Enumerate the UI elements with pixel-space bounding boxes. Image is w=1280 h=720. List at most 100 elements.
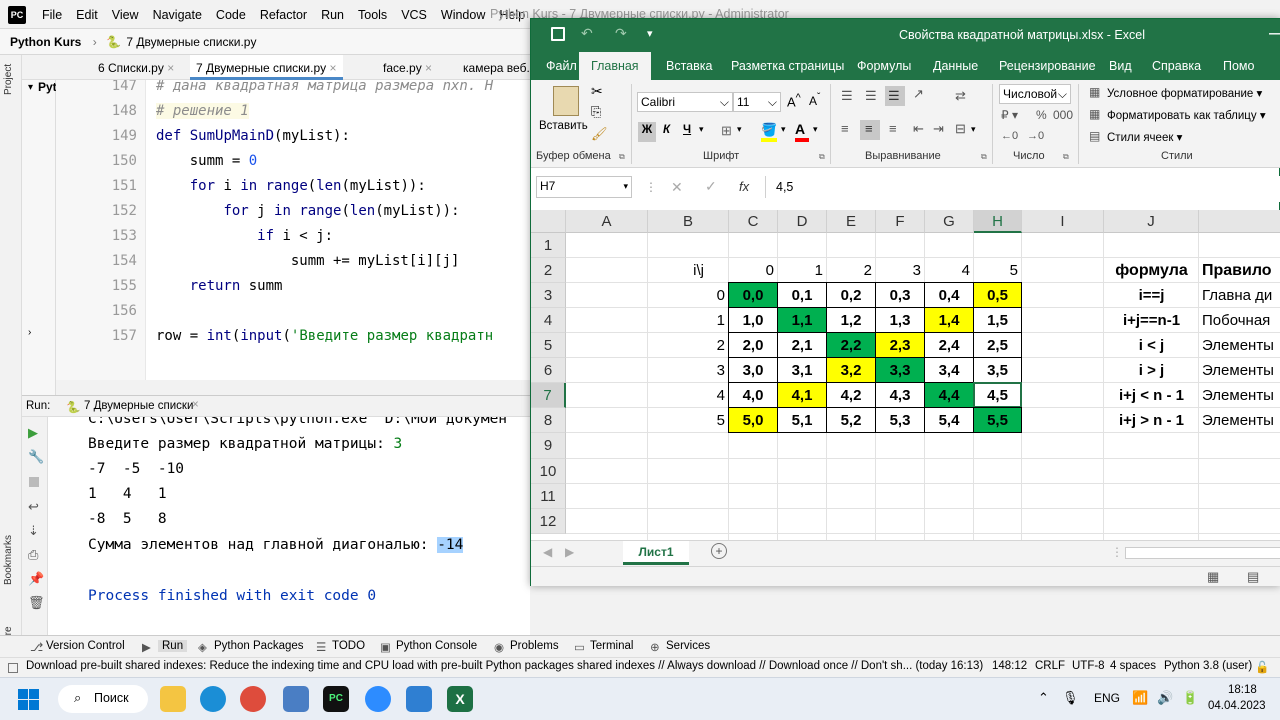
column-header-E[interactable]: E xyxy=(827,210,876,233)
percent-icon[interactable]: % xyxy=(1036,108,1047,122)
scroll-end-icon[interactable]: ⇣ xyxy=(28,523,39,539)
column-header-C[interactable]: C xyxy=(729,210,778,233)
matrix-cell[interactable]: 4,0 xyxy=(728,382,778,408)
row-header-11[interactable]: 11 xyxy=(531,484,566,509)
matrix-cell[interactable]: 3,3 xyxy=(875,357,925,383)
align-middle-icon[interactable]: ☰ xyxy=(865,88,877,104)
notepad-icon[interactable] xyxy=(283,686,309,712)
row-header-2[interactable]: 2 xyxy=(531,258,566,283)
stop-icon[interactable] xyxy=(29,477,39,487)
formula-cell[interactable]: i < j xyxy=(1104,333,1199,358)
font-size-select[interactable]: 11 ⌵ xyxy=(733,92,781,112)
zoom-icon[interactable] xyxy=(365,686,391,712)
trash-icon[interactable]: 🗑 xyxy=(28,595,45,611)
horizontal-scrollbar[interactable] xyxy=(1125,547,1280,559)
expand-icon[interactable]: › xyxy=(28,327,31,338)
edge-icon[interactable] xyxy=(200,686,226,712)
microphone-icon[interactable]: 🎙 xyxy=(1062,690,1079,706)
interpreter[interactable]: Python 3.8 (user) xyxy=(1164,660,1252,672)
row-header-4[interactable]: 4 xyxy=(531,308,566,333)
file-encoding[interactable]: UTF-8 xyxy=(1072,660,1105,672)
tool-todo[interactable]: TODO xyxy=(332,640,365,652)
run-tab[interactable]: 7 Двумерные списки xyxy=(84,400,193,412)
matrix-cell[interactable]: 5,0 xyxy=(728,407,778,433)
conditional-format-icon[interactable]: ▦ xyxy=(1089,85,1100,99)
tool-terminal[interactable]: Terminal xyxy=(590,640,633,652)
column-header-J[interactable]: J xyxy=(1104,210,1199,233)
column-header-D[interactable]: D xyxy=(778,210,827,233)
matrix-cell[interactable]: 0,4 xyxy=(924,282,974,308)
align-right-icon[interactable]: ≡ xyxy=(889,121,897,136)
page-layout-icon[interactable]: ▤ xyxy=(1247,569,1259,585)
rule-cell[interactable]: Элементы xyxy=(1199,333,1280,358)
matrix-cell[interactable]: 1,2 xyxy=(826,307,876,333)
spreadsheet-grid[interactable]: A B C D E F G H I J 1 2 3 4 5 6 7 8 9 10 11 12 i\j 0 0 1 1 2 2 3 3 4 4 5 5… xyxy=(531,210,1280,540)
project-root[interactable]: Pyt xyxy=(38,80,57,94)
tab-7-dvumernye[interactable]: 7 Двумерные списки.py × xyxy=(190,55,343,80)
row-header-9[interactable]: 9 xyxy=(531,433,566,459)
tool-python-console[interactable]: Python Console xyxy=(396,640,477,652)
format-table-icon[interactable]: ▦ xyxy=(1089,107,1100,121)
copy-icon[interactable]: ⎘ xyxy=(591,104,601,120)
close-icon[interactable]: × xyxy=(192,399,199,411)
volume-icon[interactable]: 🔊 xyxy=(1157,690,1173,706)
undo-icon[interactable]: ↶ xyxy=(581,25,593,42)
menu-window[interactable]: Window xyxy=(441,8,485,22)
matrix-cell[interactable]: 0,2 xyxy=(826,282,876,308)
tab-6-spiski[interactable]: 6 Списки.py × xyxy=(92,55,180,80)
matrix-cell[interactable]: 4,1 xyxy=(777,382,827,408)
column-header-I[interactable]: I xyxy=(1022,210,1104,233)
more-icon[interactable]: ⋮ xyxy=(1111,545,1123,559)
format-painter-icon[interactable]: 🖌 xyxy=(591,126,608,142)
tool-version-control[interactable]: Version Control xyxy=(46,640,125,652)
ribbon-tab-6[interactable]: Рецензирование xyxy=(999,59,1096,73)
matrix-cell[interactable]: 2,0 xyxy=(728,332,778,358)
ribbon-tab-1[interactable]: Главная xyxy=(579,52,651,80)
matrix-cell[interactable]: 3,5 xyxy=(973,357,1022,383)
bold-button[interactable]: Ж xyxy=(638,122,656,142)
wrap-text-icon[interactable]: ⇄ xyxy=(955,88,966,104)
chevron-up-icon[interactable]: ⌃ xyxy=(1038,690,1049,706)
menu-refactor[interactable]: Refactor xyxy=(260,8,307,22)
rerun-icon[interactable]: ▶ xyxy=(28,425,38,441)
menu-navigate[interactable]: Navigate xyxy=(153,8,202,22)
rule-cell[interactable]: Элементы xyxy=(1199,358,1280,383)
status-message[interactable]: Download pre-built shared indexes: Reduc… xyxy=(26,660,983,672)
column-header-F[interactable]: F xyxy=(876,210,925,233)
dialog-launcher-icon[interactable]: ⧉ xyxy=(819,152,825,162)
borders-icon[interactable]: ⊞ xyxy=(721,123,732,139)
formula-cell[interactable]: i+j > n - 1 xyxy=(1104,408,1199,433)
file-explorer-icon[interactable] xyxy=(160,686,186,712)
wrench-icon[interactable]: 🔧 xyxy=(28,449,44,465)
row-header-10[interactable]: 10 xyxy=(531,459,566,484)
chevron-down-icon[interactable]: ▾ xyxy=(699,124,704,135)
matrix-cell[interactable]: 4,2 xyxy=(826,382,876,408)
matrix-cell[interactable]: 2,1 xyxy=(777,332,827,358)
paste-button[interactable]: Вставить xyxy=(539,120,588,132)
matrix-cell[interactable]: 5,1 xyxy=(777,407,827,433)
row-header-12[interactable]: 12 xyxy=(531,509,566,534)
number-format-select[interactable]: Числовой ⌵ xyxy=(999,84,1071,104)
align-left-icon[interactable]: ≡ xyxy=(841,121,849,136)
row-header-1[interactable]: 1 xyxy=(531,233,566,258)
matrix-cell[interactable]: 3,1 xyxy=(777,357,827,383)
matrix-cell[interactable]: 2,3 xyxy=(875,332,925,358)
decrease-decimal-icon[interactable]: →0 xyxy=(1027,130,1044,142)
next-sheet-icon[interactable]: ▶ xyxy=(565,545,574,559)
matrix-cell[interactable]: 0,0 xyxy=(728,282,778,308)
matrix-cell[interactable]: 5,2 xyxy=(826,407,876,433)
pin-icon[interactable]: 📌 xyxy=(28,571,44,587)
conditional-format-button[interactable]: Условное форматирование ▾ xyxy=(1107,86,1262,100)
grow-font-icon[interactable]: A^ xyxy=(787,92,801,109)
matrix-cell[interactable]: 5,3 xyxy=(875,407,925,433)
add-sheet-icon[interactable]: + xyxy=(711,543,727,559)
chevron-down-icon[interactable]: ▾ xyxy=(781,124,786,135)
menu-run[interactable]: Run xyxy=(321,8,344,22)
column-header-G[interactable]: G xyxy=(925,210,974,233)
matrix-cell[interactable]: 1,0 xyxy=(728,307,778,333)
matrix-cell[interactable]: 2,4 xyxy=(924,332,974,358)
chevron-down-icon[interactable]: ▾ xyxy=(737,124,742,135)
matrix-cell[interactable]: 5,5 xyxy=(973,407,1022,433)
chevron-down-icon[interactable]: ▾ xyxy=(971,124,976,135)
matrix-cell[interactable]: 5,4 xyxy=(924,407,974,433)
